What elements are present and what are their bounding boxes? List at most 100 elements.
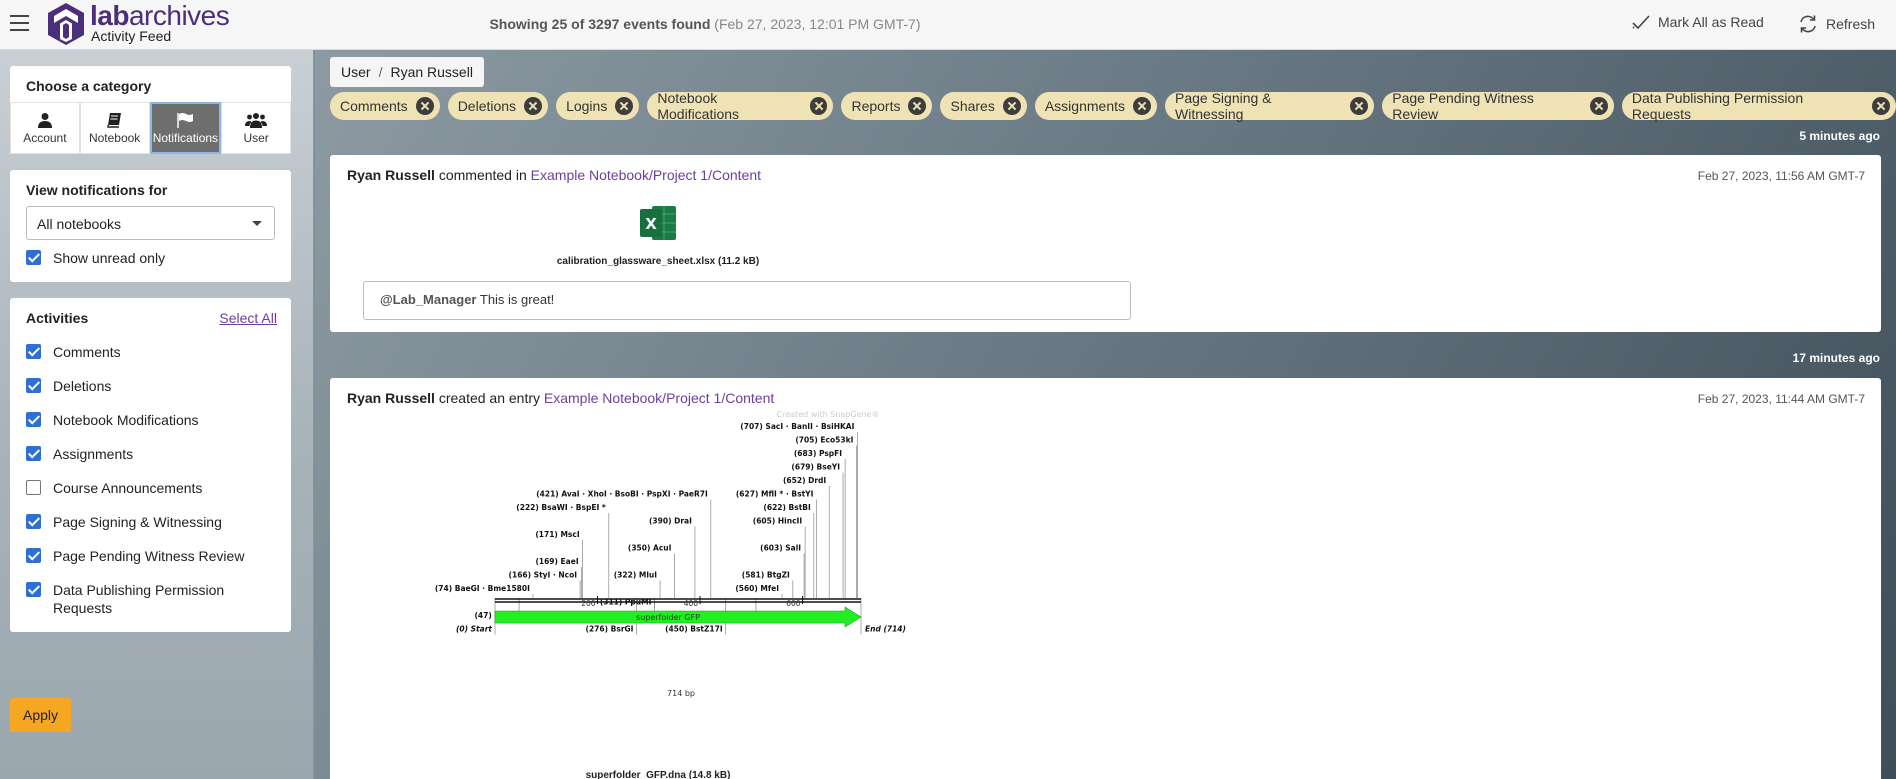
- mark-all-read-button[interactable]: Mark All as Read: [1632, 14, 1764, 30]
- checkbox-checked-icon[interactable]: [26, 412, 41, 427]
- activity-data-publishing[interactable]: Data Publishing Permission Requests: [26, 582, 236, 617]
- breadcrumb-separator: /: [378, 64, 383, 80]
- category-account[interactable]: Account: [10, 102, 80, 154]
- filter-chips: Comments Deletions Logins Notebook Modif…: [330, 90, 1896, 122]
- close-icon[interactable]: [1002, 97, 1021, 115]
- refresh-button[interactable]: Refresh: [1798, 14, 1875, 34]
- snapgene-sequence-map[interactable]: Created with SnapGene® (707) SacI · BanI…: [368, 406, 908, 751]
- filter-chip: Data Publishing Permission Requests: [1621, 90, 1896, 122]
- breadcrumb: User / Ryan Russell: [330, 57, 484, 87]
- filter-chip: Assignments: [1034, 92, 1157, 120]
- apply-button[interactable]: Apply: [10, 698, 71, 732]
- activity-comments[interactable]: Comments: [26, 344, 121, 361]
- check-icon: [1632, 15, 1650, 30]
- restriction-site-label[interactable]: (605) HincII: [753, 517, 803, 526]
- close-icon[interactable]: [809, 97, 828, 115]
- close-icon[interactable]: [908, 97, 927, 115]
- category-notifications[interactable]: Notifications: [149, 102, 222, 154]
- comment-mention[interactable]: @Lab_Manager: [380, 292, 476, 307]
- restriction-site-label[interactable]: (450) BstZ17I: [665, 625, 723, 634]
- restriction-site-label[interactable]: (705) Eco53kI: [795, 436, 853, 445]
- activity-feed: User / Ryan Russell Comments Deletions L…: [315, 50, 1896, 779]
- checkbox-checked-icon[interactable]: [26, 582, 41, 597]
- scale-tick-label: 200: [581, 599, 596, 608]
- feature-label: superfolder GFP: [636, 613, 700, 622]
- close-icon[interactable]: [1350, 97, 1369, 115]
- select-all-link[interactable]: Select All: [219, 310, 277, 326]
- checkbox-checked-icon[interactable]: [26, 548, 41, 563]
- restriction-site-label[interactable]: (627) MflI * · BstYI: [736, 490, 814, 499]
- close-icon[interactable]: [1133, 97, 1151, 115]
- restriction-site-label[interactable]: (390) DraI: [649, 517, 692, 526]
- show-unread-checkbox[interactable]: Show unread only: [26, 250, 165, 267]
- restriction-site-label[interactable]: (276) BsrGI: [586, 625, 634, 634]
- scale-tick-label: 600: [786, 599, 801, 608]
- restriction-site-label[interactable]: (166) StyI · NcoI: [509, 571, 578, 580]
- restriction-site-label[interactable]: (74) BaeGI · Bme1580I: [435, 584, 530, 593]
- restriction-site-label[interactable]: (560) MfeI: [735, 584, 779, 593]
- close-icon[interactable]: [524, 97, 543, 115]
- restriction-site-label[interactable]: End (714): [865, 625, 906, 634]
- excel-file-icon[interactable]: X: [638, 203, 678, 243]
- activity-page-signing[interactable]: Page Signing & Witnessing: [26, 514, 222, 531]
- attachment-filename[interactable]: calibration_glassware_sheet.xlsx (11.2 k…: [530, 256, 786, 267]
- event-date: Feb 27, 2023, 11:56 AM GMT-7: [1697, 169, 1865, 183]
- restriction-site-label[interactable]: (707) SacI · BanII · BsiHKAI: [740, 422, 854, 431]
- checkbox-checked-icon[interactable]: [26, 250, 41, 265]
- checkbox-checked-icon[interactable]: [26, 446, 41, 461]
- restriction-site-label[interactable]: (679) BseYI: [791, 463, 840, 472]
- close-icon[interactable]: [1590, 97, 1608, 115]
- close-icon[interactable]: [415, 97, 434, 115]
- filter-chip-label: Page Pending Witness Review: [1392, 90, 1534, 122]
- summary-count: Showing 25 of 3297 events found: [489, 16, 711, 32]
- event-link[interactable]: Example Notebook/Project 1/Content: [544, 390, 774, 406]
- activity-notebook-modifications[interactable]: Notebook Modifications: [26, 412, 199, 429]
- category-user[interactable]: User: [221, 102, 291, 154]
- category-user-label: User: [243, 130, 269, 145]
- event-card: Ryan Russell commented in Example Notebo…: [330, 155, 1881, 332]
- filter-chip: Notebook Modifications: [647, 90, 834, 122]
- restriction-site-label[interactable]: (322) MluI: [614, 571, 657, 580]
- restriction-site-label[interactable]: (652) DrdI: [783, 476, 826, 485]
- activities-panel: Activities Select All Comments Deletions…: [10, 298, 291, 632]
- filter-chip: Shares: [940, 92, 1027, 120]
- restriction-site-label[interactable]: (222) BsaWI · BspEI *: [516, 503, 606, 512]
- restriction-site-label[interactable]: (350) AcuI: [628, 544, 672, 553]
- activity-deletions[interactable]: Deletions: [26, 378, 111, 395]
- checkbox-checked-icon[interactable]: [26, 514, 41, 529]
- filter-chip-label: Shares: [950, 98, 995, 114]
- filter-chip-label: Page Signing & Witnessing: [1175, 90, 1272, 122]
- restriction-site-label[interactable]: (421) AvaI · XhoI · BsoBI · PspXI · PaeR…: [536, 490, 708, 499]
- checkbox-checked-icon[interactable]: [26, 378, 41, 393]
- category-tabs: Account Notebook Notifications User: [10, 102, 291, 154]
- checkbox-checked-icon[interactable]: [26, 344, 41, 359]
- close-icon[interactable]: [615, 97, 634, 115]
- breadcrumb-item[interactable]: User: [341, 64, 371, 80]
- category-notebook[interactable]: Notebook: [79, 102, 150, 154]
- event-action: created an entry: [438, 390, 540, 406]
- restriction-site-label[interactable]: (603) SalI: [760, 544, 801, 553]
- event-link[interactable]: Example Notebook/Project 1/Content: [531, 167, 761, 183]
- filter-chip: Reports: [841, 92, 933, 120]
- restriction-site-label[interactable]: (169) EaeI: [535, 557, 578, 566]
- summary-timestamp: (Feb 27, 2023, 12:01 PM GMT-7): [714, 16, 921, 32]
- restriction-site-label[interactable]: (622) BstBI: [763, 503, 811, 512]
- activity-course-announcements[interactable]: Course Announcements: [26, 480, 202, 497]
- notebook-select[interactable]: All notebooks: [26, 206, 275, 240]
- close-icon[interactable]: [1872, 97, 1890, 115]
- category-notifications-label: Notifications: [152, 130, 219, 145]
- notebook-select-value: All notebooks: [37, 216, 122, 232]
- show-unread-label: Show unread only: [53, 250, 166, 266]
- restriction-site-label[interactable]: (171) MscI: [535, 530, 579, 539]
- activity-label: Page Signing & Witnessing: [53, 514, 222, 530]
- activity-assignments[interactable]: Assignments: [26, 446, 133, 463]
- sidebar: Choose a category Account Notebook Notif…: [0, 50, 314, 779]
- refresh-label: Refresh: [1826, 16, 1876, 32]
- checkbox-unchecked-icon[interactable]: [26, 480, 41, 495]
- filter-chip-label: Data Publishing Permission Requests: [1631, 90, 1804, 122]
- restriction-site-label[interactable]: (683) PspFI: [794, 449, 842, 458]
- attachment-filename[interactable]: superfolder_GFP.dna (14.8 kB): [530, 770, 786, 779]
- restriction-site-label[interactable]: (581) BtgZI: [742, 571, 790, 580]
- activity-page-pending-witness[interactable]: Page Pending Witness Review: [26, 548, 244, 565]
- restriction-site-label[interactable]: (0) Start: [456, 625, 492, 634]
